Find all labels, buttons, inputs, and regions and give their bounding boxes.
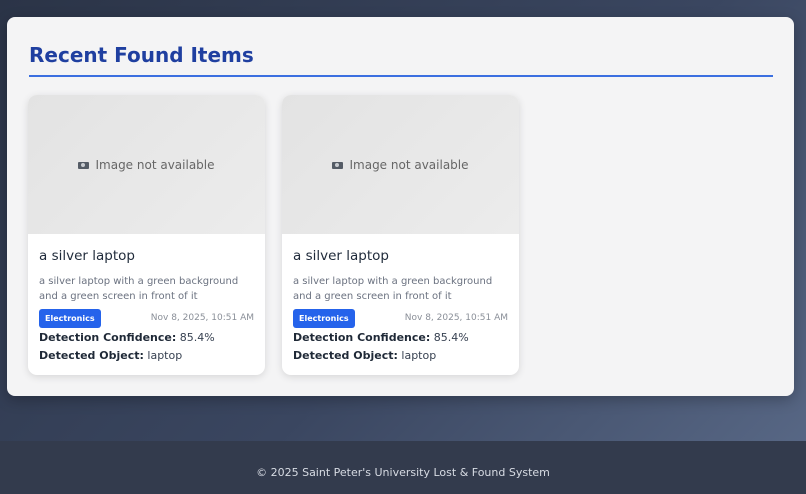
item-description: a silver laptop with a green background … — [39, 276, 239, 302]
detected-object-value: laptop — [147, 349, 183, 362]
detection-confidence: Detection Confidence: 85.4% — [39, 331, 215, 344]
image-placeholder-text: Image not available — [95, 157, 215, 172]
item-date: Nov 8, 2025, 10:51 AM — [150, 313, 254, 323]
detection-confidence-value: 85.4% — [433, 331, 469, 344]
item-image-placeholder: Image not available — [28, 95, 265, 234]
footer-text: © 2025 Saint Peter's University Lost & F… — [256, 466, 550, 479]
page-footer: © 2025 Saint Peter's University Lost & F… — [0, 441, 806, 494]
item-image-placeholder: Image not available — [282, 95, 519, 234]
camera-icon — [332, 162, 344, 169]
image-placeholder-text: Image not available — [349, 157, 469, 172]
detection-confidence-value: 85.4% — [179, 331, 215, 344]
item-card[interactable]: Image not available a silver laptop a si… — [282, 95, 519, 375]
section-title: Recent Found Items — [29, 43, 254, 67]
item-title: a silver laptop — [39, 248, 135, 264]
detected-object: Detected Object: laptop — [39, 349, 182, 362]
detected-object-label: Detected Object: — [39, 349, 144, 362]
item-title: a silver laptop — [293, 248, 389, 264]
item-card[interactable]: Image not available a silver laptop a si… — [28, 95, 265, 375]
detection-confidence: Detection Confidence: 85.4% — [293, 331, 469, 344]
detected-object-label: Detected Object: — [293, 349, 398, 362]
item-date: Nov 8, 2025, 10:51 AM — [404, 313, 508, 323]
detected-object-value: laptop — [401, 349, 437, 362]
recent-items-panel: Recent Found Items Image not available a… — [7, 17, 794, 396]
category-badge: Electronics — [39, 309, 101, 328]
category-badge: Electronics — [293, 309, 355, 328]
title-divider — [29, 75, 773, 77]
detection-confidence-label: Detection Confidence: — [39, 331, 177, 344]
camera-icon — [78, 162, 90, 169]
detection-confidence-label: Detection Confidence: — [293, 331, 431, 344]
detected-object: Detected Object: laptop — [293, 349, 436, 362]
item-description: a silver laptop with a green background … — [293, 276, 493, 302]
